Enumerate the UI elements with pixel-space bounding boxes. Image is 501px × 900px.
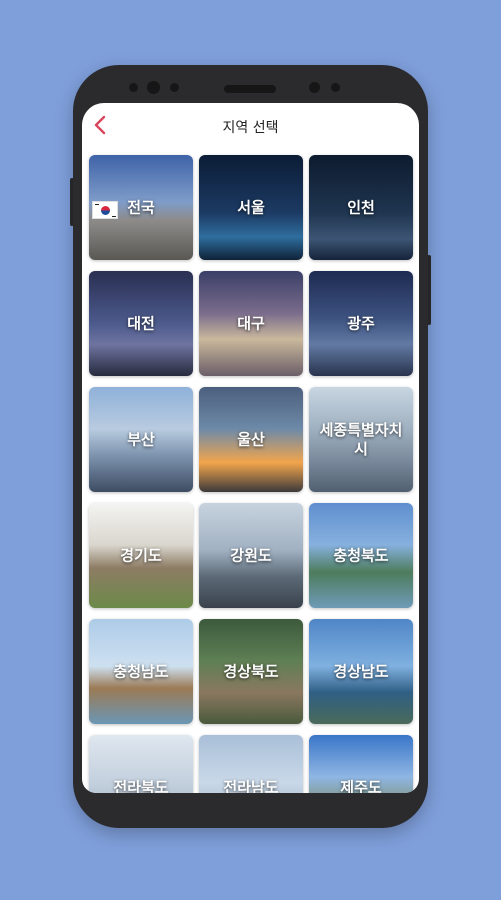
region-label: 서울	[237, 198, 265, 216]
region-tile-nationwide[interactable]: 전국	[89, 155, 193, 260]
region-tile-gyeongnam[interactable]: 경상남도	[309, 619, 413, 724]
region-label: 광주	[347, 314, 375, 332]
region-tile-gyeonggi[interactable]: 경기도	[89, 503, 193, 608]
front-camera	[147, 81, 160, 94]
region-tile-gyeongbuk[interactable]: 경상북도	[199, 619, 303, 724]
region-label: 강원도	[230, 546, 272, 564]
region-tile-gwangju[interactable]: 광주	[309, 271, 413, 376]
region-label: 인천	[347, 198, 375, 216]
region-tile-gangwon[interactable]: 강원도	[199, 503, 303, 608]
region-tile-jeonnam[interactable]: 전라남도	[199, 735, 303, 793]
region-label: 전라북도	[113, 778, 169, 793]
region-label: 대전	[127, 314, 155, 332]
sensor-dot	[170, 83, 179, 92]
region-tile-chungbuk[interactable]: 충청북도	[309, 503, 413, 608]
region-label: 충청남도	[113, 662, 169, 680]
page-title: 지역 선택	[222, 120, 279, 136]
region-label: 전라남도	[223, 778, 279, 793]
region-label: 경기도	[120, 546, 162, 564]
top-bar: 지역 선택	[82, 103, 419, 151]
region-tile-ulsan[interactable]: 울산	[199, 387, 303, 492]
region-label: 세종특별자치시	[319, 420, 403, 458]
region-label: 경상남도	[333, 662, 389, 680]
region-tile-sejong[interactable]: 세종특별자치시	[309, 387, 413, 492]
region-tile-jeju[interactable]: 제주도	[309, 735, 413, 793]
region-label: 제주도	[340, 778, 382, 793]
region-tile-daejeon[interactable]: 대전	[89, 271, 193, 376]
region-label: 충청북도	[333, 546, 389, 564]
sensor-dot	[331, 83, 340, 92]
region-grid: 전국 서울 인천 대전 대구 광주 부산 울산 세종특별자치시 경기도 강원도 …	[89, 155, 413, 793]
region-label: 경상북도	[223, 662, 279, 680]
region-label: 대구	[237, 314, 265, 332]
region-label: 울산	[237, 430, 265, 448]
region-tile-incheon[interactable]: 인천	[309, 155, 413, 260]
phone-frame: 지역 선택 전국 서울 인천 대전 대구 광주 부산 울산 세종특별자치시 경기…	[73, 65, 428, 828]
app-screen: 지역 선택 전국 서울 인천 대전 대구 광주 부산 울산 세종특별자치시 경기…	[82, 103, 419, 793]
sensor-dot	[309, 82, 320, 93]
region-label: 부산	[127, 430, 155, 448]
region-tile-busan[interactable]: 부산	[89, 387, 193, 492]
region-label: 전국	[127, 198, 155, 216]
earpiece-speaker	[224, 85, 276, 93]
region-tile-jeonbuk[interactable]: 전라북도	[89, 735, 193, 793]
region-tile-seoul[interactable]: 서울	[199, 155, 303, 260]
region-tile-chungnam[interactable]: 충청남도	[89, 619, 193, 724]
sensor-dot	[129, 83, 138, 92]
region-tile-daegu[interactable]: 대구	[199, 271, 303, 376]
